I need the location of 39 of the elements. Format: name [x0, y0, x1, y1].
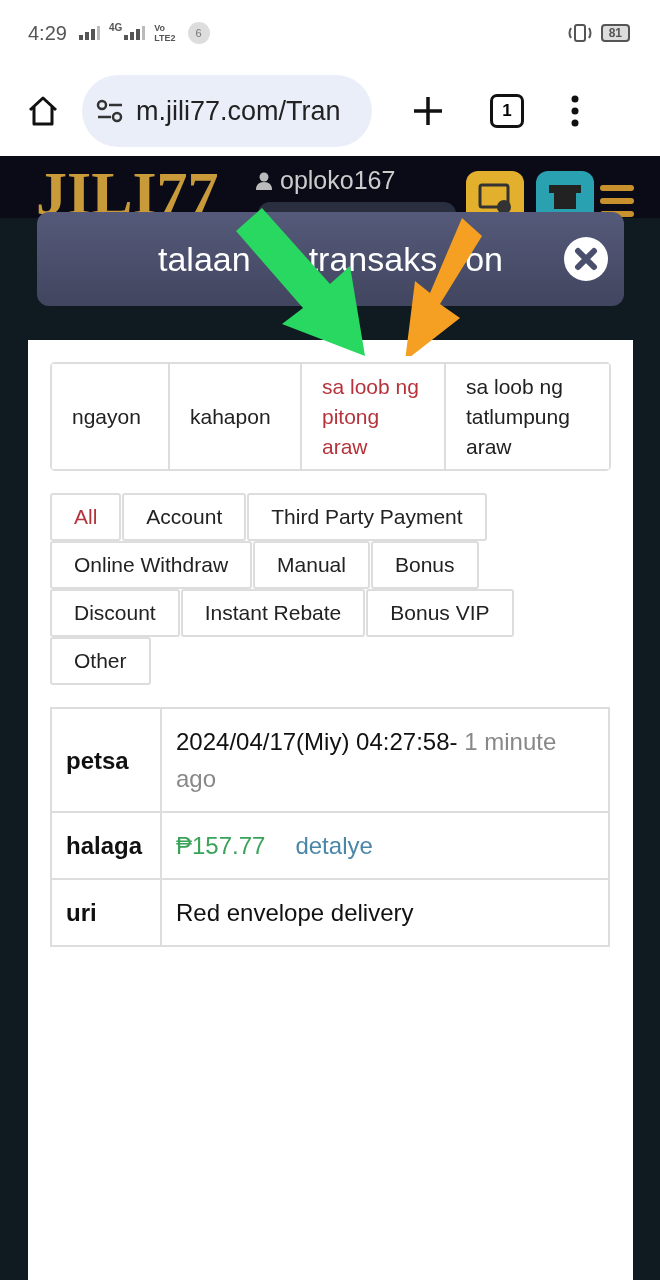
user-icon: [256, 171, 272, 190]
filter-chip[interactable]: Online Withdraw: [50, 541, 253, 589]
address-bar[interactable]: m.jili77.com/Tran: [82, 75, 372, 147]
filter-chip[interactable]: Other: [50, 637, 151, 685]
detail-label: petsa: [51, 708, 161, 812]
type-value: Red envelope delivery: [161, 879, 609, 946]
battery-indicator: 81: [600, 24, 630, 42]
more-menu-icon[interactable]: [570, 95, 580, 127]
detail-label: halaga: [51, 812, 161, 879]
filter-chip[interactable]: Bonus: [370, 541, 479, 589]
filter-chip[interactable]: All: [50, 493, 122, 541]
period-tab[interactable]: ngayon: [52, 364, 170, 469]
vibrate-icon: [566, 23, 593, 43]
home-icon[interactable]: [26, 94, 60, 128]
signal-icon: [124, 26, 147, 40]
tab-count-button[interactable]: 1: [490, 94, 524, 128]
new-tab-icon[interactable]: [412, 95, 444, 127]
filter-chip[interactable]: Account: [122, 493, 247, 541]
lte-label: LTE2: [154, 33, 176, 43]
filter-chip[interactable]: Discount: [50, 589, 180, 637]
username: oploko167: [280, 166, 396, 195]
details-link[interactable]: detalye: [295, 832, 373, 859]
notification-badge: 6: [187, 22, 210, 44]
network-type: 4G: [108, 22, 123, 33]
close-icon[interactable]: [564, 237, 608, 281]
filter-chip[interactable]: Third Party Payment: [247, 493, 487, 541]
status-time: 4:29: [28, 21, 67, 45]
detail-label: uri: [51, 879, 161, 946]
site-settings-icon[interactable]: [96, 99, 124, 123]
signal-icon: [78, 26, 101, 40]
dialog-title: transaks: [308, 239, 438, 279]
volte-label: Vo: [154, 23, 167, 33]
filter-chip[interactable]: Instant Rebate: [180, 589, 366, 637]
dialog-title: talaan: [158, 239, 251, 279]
filter-chip[interactable]: Manual: [253, 541, 370, 589]
amount-value: ₱157.77: [176, 832, 266, 859]
date-value: 2024/04/17(Miy) 04:27:58- 1 minute ago: [161, 708, 609, 812]
dialog-title: on: [465, 239, 503, 279]
filter-chip[interactable]: Bonus VIP: [366, 589, 514, 637]
